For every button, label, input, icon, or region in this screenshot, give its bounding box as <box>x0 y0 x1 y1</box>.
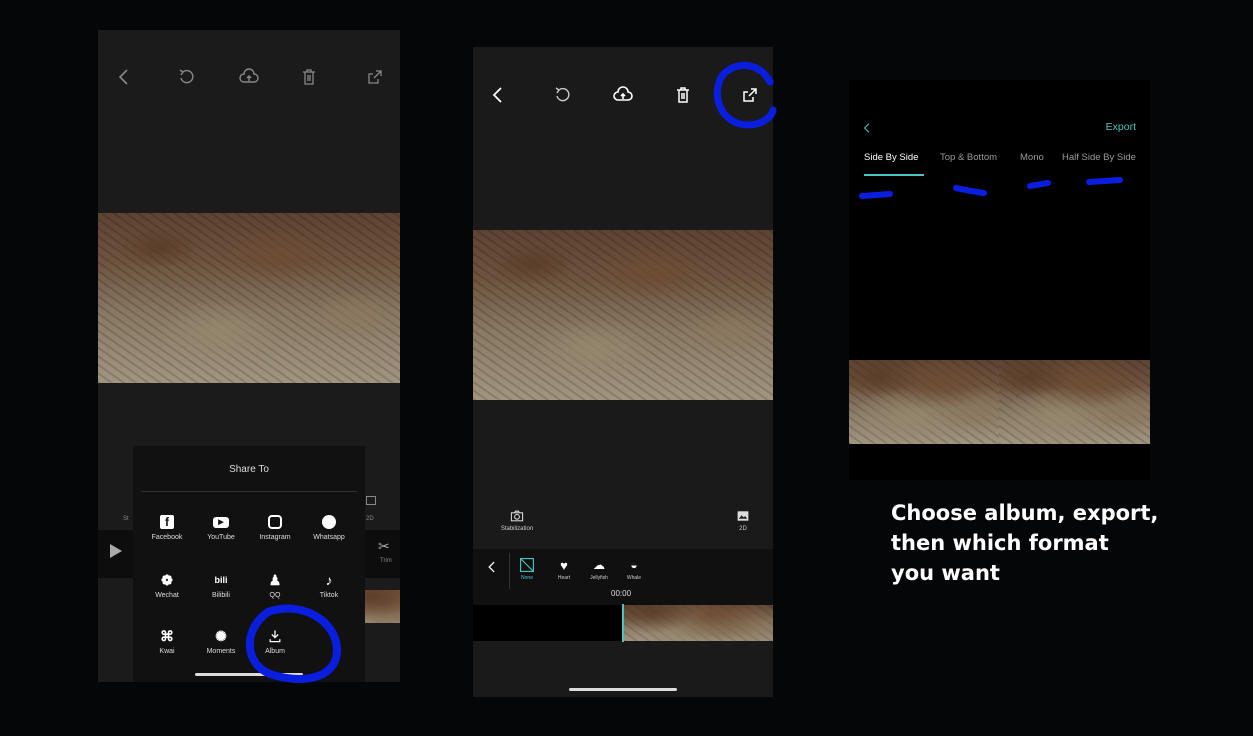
instruction-caption: Choose album, export, then which format … <box>891 498 1231 588</box>
tab-side-by-side[interactable]: Side By Side <box>864 152 918 163</box>
share-label: Kwai <box>159 648 175 655</box>
share-album[interactable]: Album <box>246 626 304 655</box>
share-label: Album <box>265 648 285 655</box>
share-qq[interactable]: ♟ QQ <box>246 570 304 600</box>
moments-icon: ✺ <box>215 627 227 644</box>
effect-heart[interactable]: ♥ Heart <box>552 557 576 582</box>
share-label: QQ <box>269 592 281 599</box>
phone-screen-editor: Stabilization 2D None ♥ Heart ☁ Jellyfis… <box>473 47 773 697</box>
share-moments[interactable]: ✺ Moments <box>192 626 250 656</box>
bilibili-icon: bili <box>214 575 228 585</box>
back-icon[interactable] <box>861 120 873 141</box>
back-icon[interactable] <box>113 66 135 88</box>
timecode: 00:00 <box>611 589 632 598</box>
tab-half-side-by-side[interactable]: Half Side By Side <box>1062 152 1136 163</box>
trash-icon[interactable] <box>672 84 694 106</box>
share-icon[interactable] <box>739 84 761 106</box>
effect-jellyfish[interactable]: ☁ Jellyfish <box>587 557 611 581</box>
back-icon[interactable] <box>487 84 509 106</box>
cloud-upload-icon[interactable] <box>238 66 260 88</box>
phone-screen-export: Export Side By Side Top & Bottom Mono Ha… <box>849 80 1150 480</box>
camera-icon <box>495 508 539 524</box>
jellyfish-icon: ☁ <box>593 558 605 572</box>
share-title: Share To <box>229 464 269 475</box>
effect-label: Heart <box>557 575 571 581</box>
timeline-thumbnail <box>365 590 400 623</box>
scissors-icon[interactable]: ✂ <box>378 538 390 555</box>
effect-whale[interactable]: ◒ Whale <box>622 557 646 581</box>
trash-icon[interactable] <box>298 66 320 88</box>
play-icon[interactable] <box>110 544 122 558</box>
mode-2d-label: 2D <box>366 516 374 522</box>
share-label: Bilibili <box>212 592 230 599</box>
share-whatsapp[interactable]: Whatsapp <box>300 512 358 541</box>
share-label: Wechat <box>155 592 179 599</box>
timeline-thumbnails <box>623 605 773 641</box>
kwai-icon: ⌘ <box>160 627 174 644</box>
stabilization-label-partial: St <box>123 516 129 522</box>
whatsapp-icon <box>300 512 358 532</box>
mode-2d-label: 2D <box>739 526 747 532</box>
none-icon <box>515 557 539 573</box>
share-facebook[interactable]: f Facebook <box>138 512 196 541</box>
tab-top-bottom[interactable]: Top & Bottom <box>940 152 997 163</box>
instagram-icon <box>246 512 304 532</box>
share-bilibili[interactable]: bili Bilibili <box>192 570 250 599</box>
image-icon <box>731 508 755 524</box>
undo-icon[interactable] <box>552 84 574 106</box>
share-label: Moments <box>206 648 236 655</box>
share-sheet: Share To f Facebook ▶ YouTube Instagram … <box>133 446 365 682</box>
phone-screen-share: St 2D ✂ Trim Share To f Facebook ▶ YouTu… <box>98 30 400 682</box>
mode-2d-tool[interactable]: 2D <box>731 508 755 532</box>
share-icon[interactable] <box>364 66 386 88</box>
playhead[interactable] <box>622 604 624 642</box>
video-preview <box>98 213 400 383</box>
home-indicator <box>569 688 677 691</box>
preview-right-eye <box>999 360 1150 444</box>
trim-label: Trim <box>380 558 392 564</box>
cloud-upload-icon[interactable] <box>612 84 634 106</box>
top-toolbar <box>98 30 400 100</box>
caption-line: Choose album, export, <box>891 501 1159 525</box>
share-label: Instagram <box>259 534 291 541</box>
caption-line: you want <box>891 561 1000 585</box>
video-preview <box>473 230 773 400</box>
share-label: YouTube <box>207 534 235 541</box>
preview-left-eye <box>849 360 999 444</box>
share-label: Facebook <box>151 534 183 541</box>
qq-icon: ♟ <box>268 571 282 588</box>
active-tab-indicator <box>864 174 924 176</box>
home-indicator <box>195 673 303 676</box>
heart-icon: ♥ <box>560 557 568 573</box>
share-instagram[interactable]: Instagram <box>246 512 304 541</box>
divider <box>141 491 357 492</box>
effect-label: Whale <box>626 575 642 581</box>
share-kwai[interactable]: ⌘ Kwai <box>138 626 196 656</box>
download-icon <box>246 626 304 646</box>
share-tiktok[interactable]: ♪ Tiktok <box>300 570 358 599</box>
undo-icon[interactable] <box>176 66 198 88</box>
share-label: Tiktok <box>319 592 339 599</box>
effect-label: Jellyfish <box>590 575 608 581</box>
whale-icon: ◒ <box>630 558 638 572</box>
effect-none[interactable]: None <box>515 557 539 581</box>
stabilization-label: Stabilization <box>500 526 534 532</box>
share-wechat[interactable]: ❁ Wechat <box>138 570 196 600</box>
youtube-icon: ▶ <box>192 512 250 532</box>
stabilization-tool[interactable]: Stabilization <box>495 508 539 532</box>
facebook-icon: f <box>138 512 196 532</box>
divider <box>509 553 510 589</box>
top-toolbar <box>473 47 773 117</box>
wechat-icon: ❁ <box>161 571 173 588</box>
export-button[interactable]: Export <box>1106 121 1136 133</box>
effect-label: None <box>521 575 533 581</box>
share-label: Whatsapp <box>313 534 345 541</box>
tab-mono[interactable]: Mono <box>1020 152 1044 163</box>
caption-line: then which format <box>891 531 1109 555</box>
image-2d-icon[interactable] <box>366 496 376 505</box>
effects-bar: None ♥ Heart ☁ Jellyfish ◒ Whale 00:00 <box>473 549 773 605</box>
chevron-left-icon[interactable] <box>485 559 499 580</box>
tiktok-icon: ♪ <box>325 572 333 588</box>
share-youtube[interactable]: ▶ YouTube <box>192 512 250 541</box>
